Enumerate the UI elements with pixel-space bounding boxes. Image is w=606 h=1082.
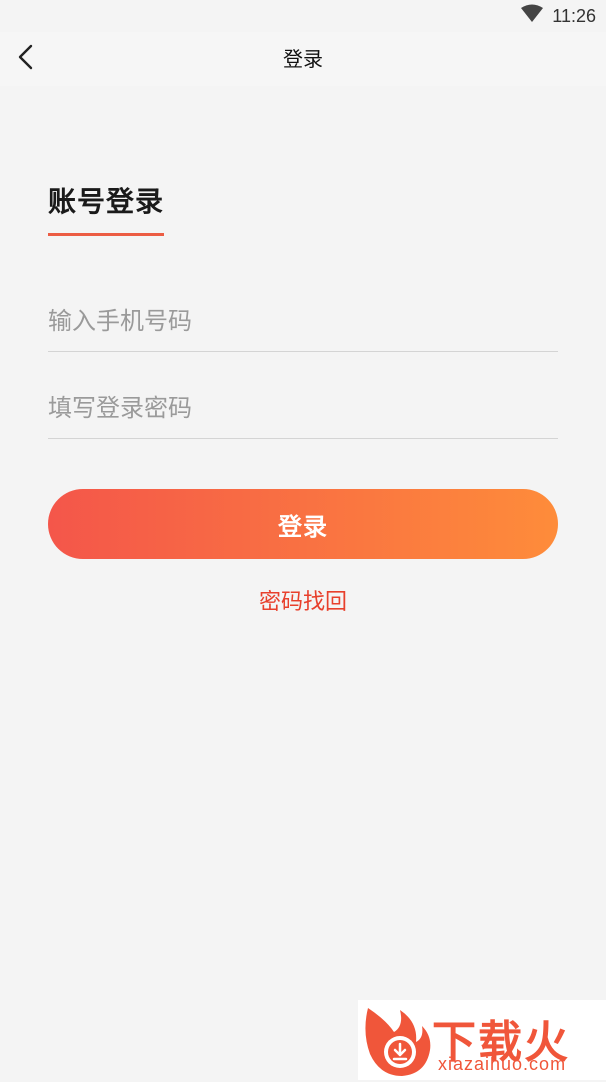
- password-field: [48, 378, 558, 439]
- login-content: 账号登录 登录 密码找回: [0, 86, 606, 1080]
- page-title: 登录: [283, 47, 323, 71]
- login-button[interactable]: 登录: [48, 489, 558, 559]
- status-bar: 11:26: [0, 0, 606, 32]
- wifi-icon: [520, 4, 544, 28]
- watermark: 下载火 xiazaihuo.com: [358, 1000, 606, 1080]
- password-recovery-link[interactable]: 密码找回: [0, 584, 606, 616]
- password-input[interactable]: [48, 378, 558, 438]
- status-time: 11:26: [552, 5, 596, 26]
- phone-input[interactable]: [48, 291, 558, 351]
- navigation-bar: 登录: [0, 32, 606, 86]
- status-icons: 11:26: [520, 4, 596, 28]
- title-underline: [48, 233, 164, 236]
- watermark-brand-en: xiazaihuo.com: [438, 1054, 567, 1074]
- phone-field: [48, 291, 558, 352]
- section-title: 账号登录: [48, 185, 165, 218]
- flame-download-logo: [360, 1002, 432, 1078]
